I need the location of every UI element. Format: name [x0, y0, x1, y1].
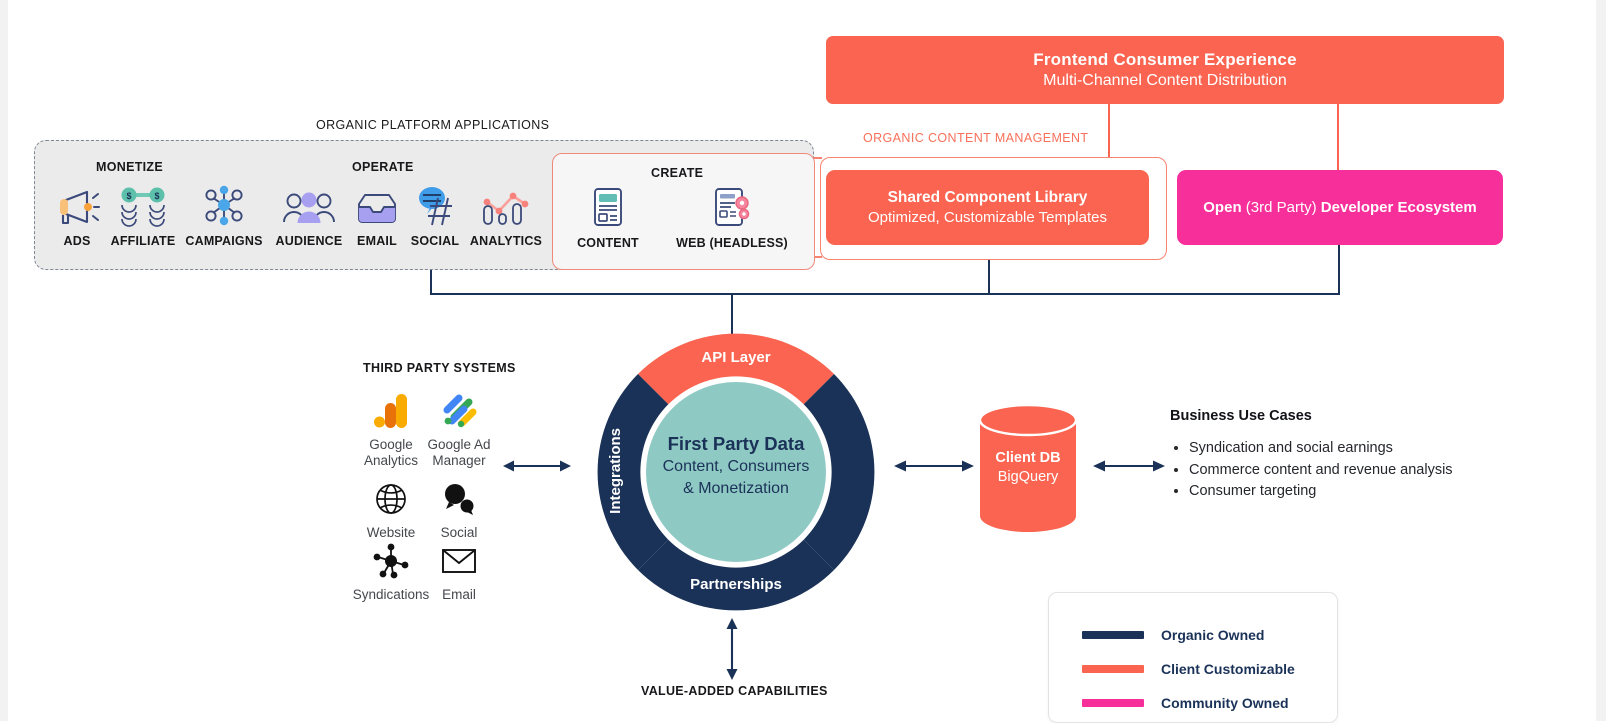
platform-icon-campaigns[interactable]: CAMPAIGNS [180, 182, 268, 248]
developer-ecosystem-box[interactable]: Open (3rd Party) Developer Ecosystem [1177, 170, 1503, 245]
arrow-clientdb-to-usecases [1093, 452, 1165, 485]
business-use-cases: Business Use Cases Syndication and socia… [1170, 408, 1510, 503]
connector-frontend-to-ecosystem [1337, 104, 1339, 171]
frontend-consumer-experience-box[interactable]: Frontend Consumer Experience Multi-Chann… [826, 36, 1504, 104]
ecosystem-open: Open [1203, 199, 1242, 216]
legend-label-client-customizable: Client Customizable [1161, 661, 1295, 677]
list-item: Syndication and social earnings [1189, 438, 1510, 460]
shared-component-library-title: Shared Component Library [887, 188, 1088, 206]
donut-center-text: First Party Data Content, Consumers & Mo… [631, 431, 841, 500]
envelope-icon [441, 540, 477, 582]
platform-icon-label-email: EMAIL [357, 234, 397, 248]
donut-label-integrations: Integrations [607, 428, 624, 514]
frontend-subtitle: Multi-Channel Content Distribution [1043, 72, 1287, 89]
business-use-cases-title: Business Use Cases [1170, 408, 1312, 424]
legend-swatch-organic-owned [1082, 631, 1144, 639]
shared-component-library-box[interactable]: Shared Component Library Optimized, Cust… [826, 170, 1149, 245]
connector-bus-right-riser [1338, 245, 1340, 294]
organic-platform-applications-label: ORGANIC PLATFORM APPLICATIONS [316, 118, 550, 132]
legend-row-community-owned: Community Owned [1049, 686, 1337, 720]
legend-row-client-customizable: Client Customizable [1049, 652, 1337, 686]
platform-icon-ads[interactable]: ADS [44, 182, 110, 248]
create-icon-web-headless[interactable]: WEB (HEADLESS) [667, 184, 797, 250]
arrow-donut-to-value-added [718, 618, 746, 685]
megaphone-icon [54, 182, 100, 228]
third-party-label-website: Website [366, 525, 416, 540]
ecosystem-developer: Developer Ecosystem [1320, 199, 1477, 216]
business-use-cases-list: Syndication and social earnings Commerce… [1170, 438, 1510, 503]
shared-component-library-subtitle: Optimized, Customizable Templates [868, 208, 1107, 226]
web-headless-gear-icon [709, 184, 755, 230]
platform-icon-analytics[interactable]: ANALYTICS [464, 182, 548, 248]
email-inbox-icon [353, 182, 401, 228]
create-icon-label-web-headless: WEB (HEADLESS) [676, 236, 788, 250]
third-party-label-google-analytics: Google Analytics [363, 437, 419, 468]
donut-label-partnerships: Partnerships [690, 576, 782, 593]
platform-icon-label-social: SOCIAL [410, 234, 460, 248]
legend-label-community-owned: Community Owned [1161, 695, 1289, 711]
campaigns-network-icon [200, 182, 248, 228]
donut-center-line-2: & Monetization [683, 480, 789, 497]
connector-bus-mid-riser [988, 258, 990, 294]
third-party-label-google-ad-manager: Google Ad Manager [427, 437, 491, 468]
list-item: Commerce content and revenue analysis [1189, 460, 1510, 482]
legend-label-organic-owned: Organic Owned [1161, 627, 1265, 643]
social-hashtag-icon [410, 182, 460, 228]
connector-bus-horizontal [430, 293, 1340, 295]
frontend-title: Frontend Consumer Experience [1033, 50, 1297, 69]
list-item: Consumer targeting [1189, 481, 1510, 503]
arrow-thirdparty-to-donut [503, 452, 571, 485]
platform-icon-affiliate[interactable]: $ $ AFFILIATE [102, 182, 184, 248]
globe-icon [374, 478, 408, 520]
google-analytics-icon [372, 390, 410, 432]
legend-box: Organic Owned Client Customizable Commun… [1048, 592, 1338, 723]
create-icon-content[interactable]: CONTENT [572, 184, 644, 250]
legend-row-organic-owned: Organic Owned [1049, 618, 1337, 652]
third-party-systems-title: THIRD PARTY SYSTEMS [363, 361, 516, 375]
page-right-edge [1596, 0, 1606, 721]
platform-icon-social[interactable]: SOCIAL [404, 182, 466, 248]
syndications-node-icon [372, 540, 410, 582]
group-label-create: CREATE [651, 166, 704, 180]
group-label-operate: OPERATE [352, 160, 414, 174]
social-bubbles-icon [442, 478, 476, 520]
third-party-social[interactable]: Social [411, 478, 507, 541]
third-party-email[interactable]: Email [411, 540, 507, 603]
audience-people-icon [281, 182, 337, 228]
legend-swatch-client-customizable [1082, 665, 1144, 673]
google-ad-manager-icon [438, 390, 480, 432]
affiliate-dollar-icon: $ $ [115, 182, 171, 228]
page-left-edge [0, 0, 8, 721]
arrow-donut-to-clientdb [894, 452, 974, 485]
connector-frontend-to-ocm [1108, 104, 1110, 159]
platform-icon-email[interactable]: EMAIL [348, 182, 406, 248]
create-icon-label-content: CONTENT [577, 236, 639, 250]
content-document-icon [588, 184, 628, 230]
group-label-monetize: MONETIZE [96, 160, 163, 174]
platform-icon-label-audience: AUDIENCE [275, 234, 343, 248]
donut-center-line-1: Content, Consumers [662, 458, 810, 475]
platform-icon-audience[interactable]: AUDIENCE [268, 182, 350, 248]
value-added-capabilities-label: VALUE-ADDED CAPABILITIES [641, 684, 828, 698]
analytics-chart-icon [480, 182, 532, 228]
platform-icon-label-affiliate: AFFILIATE [110, 234, 176, 248]
third-party-google-ad-manager[interactable]: Google Ad Manager [411, 390, 507, 469]
platform-icon-label-campaigns: CAMPAIGNS [185, 234, 263, 248]
first-party-data-donut: API Layer Partnerships Data Warehouse In… [597, 333, 895, 611]
legend-swatch-community-owned [1082, 699, 1144, 707]
client-db-cylinder[interactable]: Client DB BigQuery [978, 404, 1078, 532]
svg-text:$: $ [126, 191, 131, 201]
donut-center-title: First Party Data [667, 433, 805, 454]
ecosystem-3rd-party: (3rd Party) [1241, 199, 1321, 216]
connector-bus-left-riser [430, 268, 432, 294]
third-party-label-email: Email [442, 587, 476, 602]
donut-label-api-layer: API Layer [701, 349, 771, 366]
diagram-canvas: Frontend Consumer Experience Multi-Chann… [0, 0, 1606, 723]
organic-content-management-label: ORGANIC CONTENT MANAGEMENT [863, 131, 1089, 145]
platform-icon-label-analytics: ANALYTICS [469, 234, 543, 248]
platform-icon-label-ads: ADS [63, 234, 91, 248]
svg-text:$: $ [154, 191, 159, 201]
third-party-label-social: Social [440, 525, 478, 540]
